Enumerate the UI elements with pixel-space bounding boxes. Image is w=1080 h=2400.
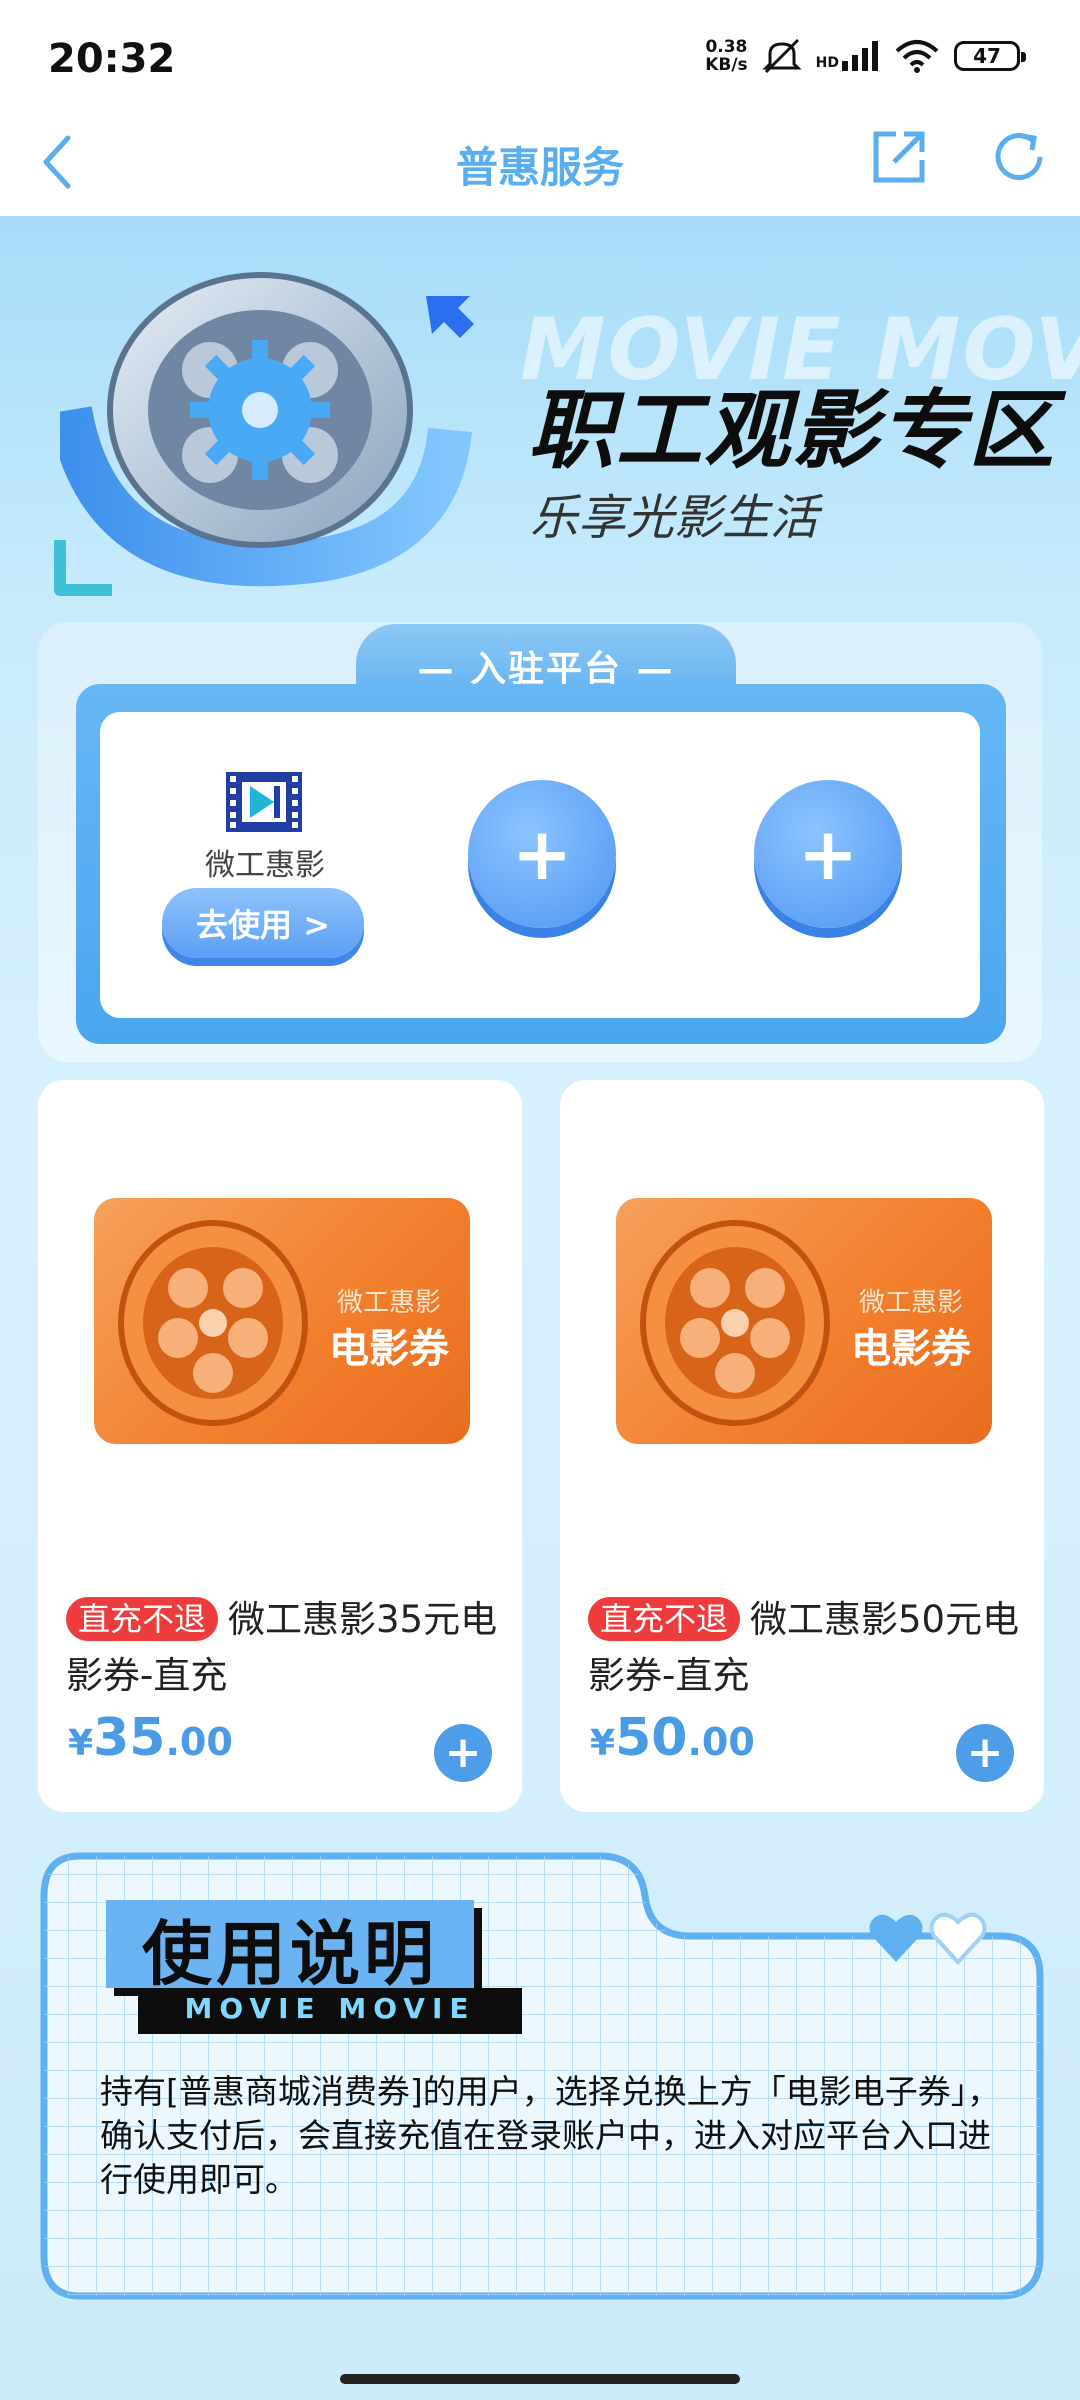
refresh-icon[interactable] — [990, 128, 1048, 186]
arrow-up-left-icon — [426, 296, 474, 338]
product-title[interactable]: 直充不退 微工惠影35元电影券-直充 — [66, 1592, 506, 1704]
no-refund-tag: 直充不退 — [588, 1597, 741, 1641]
product-image[interactable]: 微工惠影 电影券 — [616, 1198, 992, 1444]
hd-label: HD — [815, 55, 839, 71]
network-speed-unit: KB/s — [705, 55, 748, 75]
battery-icon: 47 — [954, 41, 1026, 71]
platform-logo-icon[interactable] — [226, 772, 302, 832]
network-speed: 0.38 KB/s — [705, 38, 747, 74]
add-to-cart-button[interactable]: + — [956, 1724, 1014, 1782]
status-time: 20:32 — [48, 36, 176, 82]
platform-name: 微工惠影 — [205, 848, 325, 883]
product-image-label: 电影券 — [329, 1326, 449, 1372]
hero-subtitle: 乐享光影生活 — [530, 490, 819, 546]
product-image-label: 电影券 — [851, 1326, 971, 1372]
usage-title: 使用说明 — [142, 1912, 438, 1995]
price-symbol: ¥ — [590, 1723, 616, 1764]
nav-bar: 普惠服务 — [0, 118, 1080, 216]
film-reel-icon — [640, 1220, 830, 1426]
product-card[interactable]: 微工惠影 电影券 直充不退 微工惠影35元电影券-直充 ¥35.00 + — [38, 1080, 522, 1812]
add-platform-button-1[interactable]: + — [468, 780, 616, 928]
product-image[interactable]: 微工惠影 电影券 — [94, 1198, 470, 1444]
product-price: ¥35.00 — [68, 1708, 233, 1768]
add-platform-button-2[interactable]: + — [754, 780, 902, 928]
arrow-down-left-icon — [54, 540, 112, 596]
price-decimal: .00 — [165, 1720, 233, 1764]
film-reel-icon — [60, 272, 472, 587]
signal-icon — [842, 41, 878, 71]
product-card[interactable]: 微工惠影 电影券 直充不退 微工惠影50元电影券-直充 ¥50.00 + — [560, 1080, 1044, 1812]
go-use-button[interactable]: 去使用 > — [162, 888, 364, 958]
usage-subtitle: MOVIE MOVIE — [184, 1992, 476, 2025]
price-symbol: ¥ — [68, 1723, 94, 1764]
heart-icon — [869, 1912, 987, 1965]
film-reel-icon — [118, 1220, 308, 1426]
battery-level: 47 — [973, 44, 1001, 68]
usage-description: 持有[普惠商城消费券]的用户，选择兑换上方「电影电子券」，确认支付后，会直接充值… — [100, 2072, 1001, 2199]
product-title[interactable]: 直充不退 微工惠影50元电影券-直充 — [588, 1592, 1028, 1704]
price-integer: 50 — [615, 1708, 688, 1768]
status-bar: 20:32 0.38 KB/s HD 47 — [0, 0, 1080, 118]
page: 20:32 0.38 KB/s HD 47 普惠服务 MOVIE MO 职工观影… — [0, 0, 1080, 2400]
network-speed-value: 0.38 — [705, 37, 748, 57]
price-integer: 35 — [93, 1708, 166, 1768]
status-icons: 0.38 KB/s HD 47 — [705, 38, 1026, 74]
price-decimal: .00 — [687, 1720, 755, 1764]
wifi-icon — [895, 40, 939, 73]
product-price: ¥50.00 — [590, 1708, 755, 1768]
mute-icon — [762, 38, 802, 74]
share-icon[interactable] — [870, 128, 928, 186]
home-indicator[interactable] — [340, 2374, 740, 2384]
product-image-brand: 微工惠影 — [336, 1288, 441, 1318]
product-image-brand: 微工惠影 — [858, 1288, 963, 1318]
add-to-cart-button[interactable]: + — [434, 1724, 492, 1782]
hero-title: 职工观影专区 — [528, 381, 1056, 481]
no-refund-tag: 直充不退 — [66, 1597, 219, 1641]
